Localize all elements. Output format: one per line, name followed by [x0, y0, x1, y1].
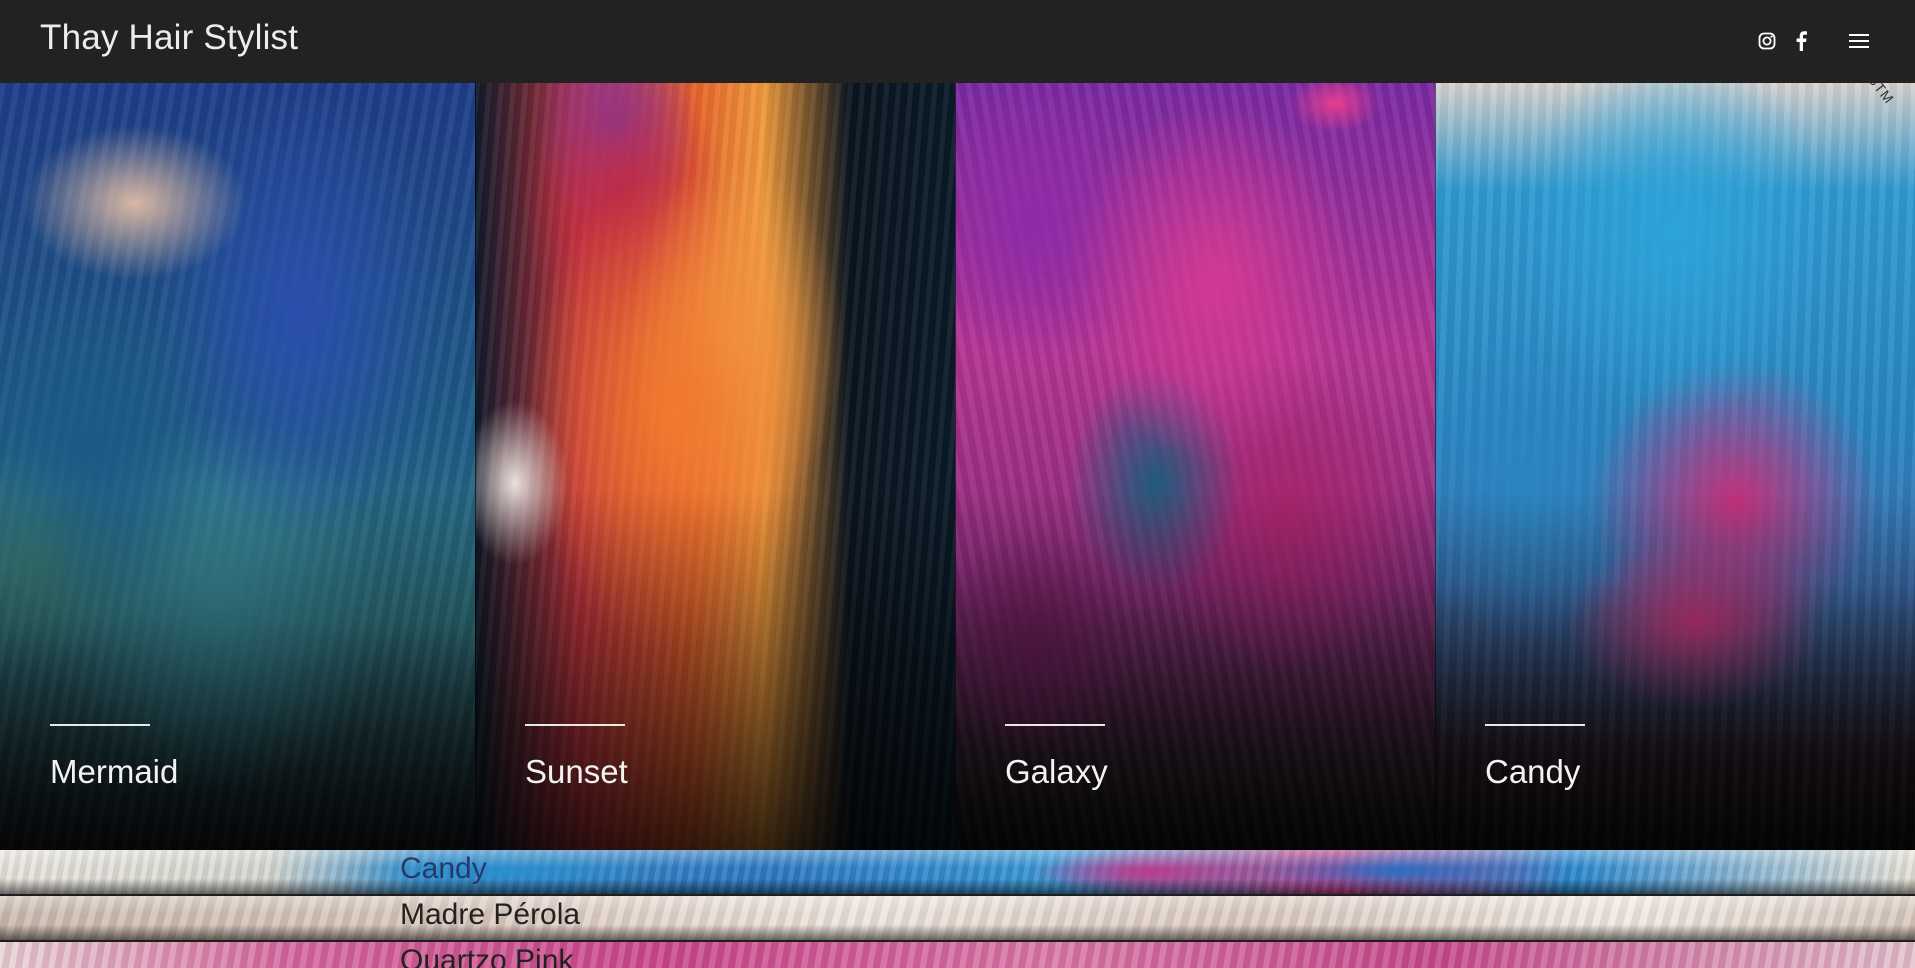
strip-edge-shade [0, 896, 1915, 940]
hair-color-slider: Mermaid Sunset Galaxy STYLISTM Candy [0, 83, 1915, 850]
slide-mermaid[interactable]: Mermaid [0, 83, 475, 850]
instagram-icon[interactable] [1754, 28, 1780, 54]
panel-divider [475, 83, 476, 850]
slide-galaxy[interactable]: Galaxy [955, 83, 1435, 850]
slide-title: Mermaid [50, 753, 179, 790]
gallery-list-item[interactable]: Quartzo Pink [0, 942, 1915, 968]
site-header: Thay Hair Stylist [0, 0, 1915, 83]
slide-shade [475, 490, 955, 850]
gallery-item-label: Madre Pérola [400, 898, 581, 931]
slide-title: Candy [1485, 753, 1581, 790]
site-title[interactable]: Thay Hair Stylist [40, 18, 298, 58]
gallery-list-item[interactable]: Candy [0, 850, 1915, 894]
facebook-icon[interactable] [1788, 28, 1814, 54]
title-divider [525, 724, 625, 726]
slide-shade [1435, 490, 1915, 850]
slide-title: Sunset [525, 753, 628, 790]
hamburger-menu-icon[interactable] [1844, 28, 1874, 54]
title-divider [50, 724, 150, 726]
panel-divider [1435, 83, 1436, 850]
quartzo-pink-strip-photo [0, 942, 1915, 968]
gallery-item-label: Candy [400, 852, 487, 885]
title-divider [1485, 724, 1585, 726]
strip-edge-shade [0, 850, 1915, 894]
slide-shade [955, 490, 1435, 850]
gallery-list-item[interactable]: Madre Pérola [0, 896, 1915, 940]
title-divider [1005, 724, 1105, 726]
slide-sunset[interactable]: Sunset [475, 83, 955, 850]
slide-shade [0, 490, 475, 850]
slide-candy[interactable]: STYLISTM Candy [1435, 83, 1915, 850]
gallery-item-label: Quartzo Pink [400, 944, 574, 968]
slide-title: Galaxy [1005, 753, 1108, 790]
panel-divider [955, 83, 956, 850]
